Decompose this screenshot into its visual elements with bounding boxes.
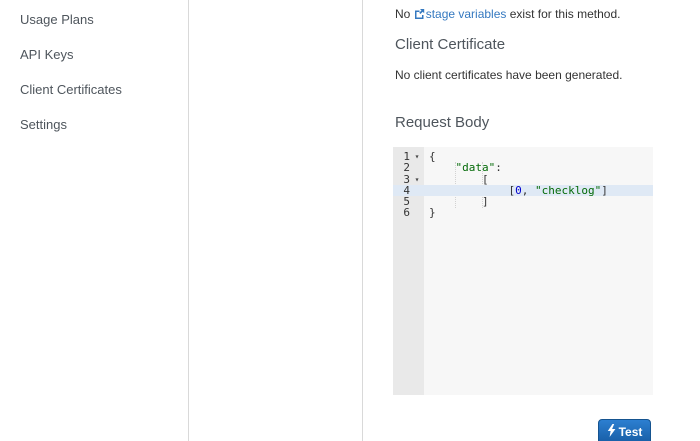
client-certificate-empty-text: No client certificates have been generat…: [395, 68, 623, 82]
request-body-heading: Request Body: [395, 114, 490, 131]
fold-arrow-icon[interactable]: ▾: [410, 174, 424, 185]
test-button-label: Test: [618, 425, 643, 439]
external-link-icon: [414, 7, 425, 23]
stage-variables-note: No stage variables exist for this method…: [395, 6, 620, 23]
content-pane: No stage variables exist for this method…: [363, 0, 700, 441]
editor-rows: 1 ▾{2 "data": 3 ▾ [4 [0, "checklog"] 5 ] 6}: [393, 151, 653, 219]
sidebar-item-client-certificates[interactable]: Client Certificates: [20, 81, 122, 99]
note-suffix: exist for this method.: [506, 7, 621, 21]
code-text: ]: [481, 195, 489, 209]
stage-variables-link-label: stage variables: [425, 7, 507, 21]
note-prefix: No: [395, 7, 414, 21]
line-number: 2: [403, 161, 410, 175]
code-text: }: [429, 206, 436, 220]
sidebar-item-usage-plans[interactable]: Usage Plans: [20, 11, 94, 29]
line-number: 6: [403, 206, 410, 220]
editor-line[interactable]: 6}: [393, 206, 653, 220]
request-body-editor[interactable]: 1 ▾{2 "data": 3 ▾ [4 [0, "checklog"] 5 ] 6}: [393, 147, 653, 395]
lightning-bolt-icon: [607, 424, 616, 440]
sidebar-item-api-keys[interactable]: API Keys: [20, 46, 73, 64]
sidebar-divider: [188, 0, 189, 441]
test-button[interactable]: Test: [598, 419, 651, 441]
sidebar: Usage Plans API Keys Client Certificates…: [0, 0, 188, 441]
sidebar-item-settings[interactable]: Settings: [20, 116, 67, 134]
client-certificate-heading: Client Certificate: [395, 36, 506, 53]
fold-arrow-icon[interactable]: ▾: [410, 151, 424, 162]
stage-variables-link[interactable]: stage variables: [414, 7, 507, 23]
